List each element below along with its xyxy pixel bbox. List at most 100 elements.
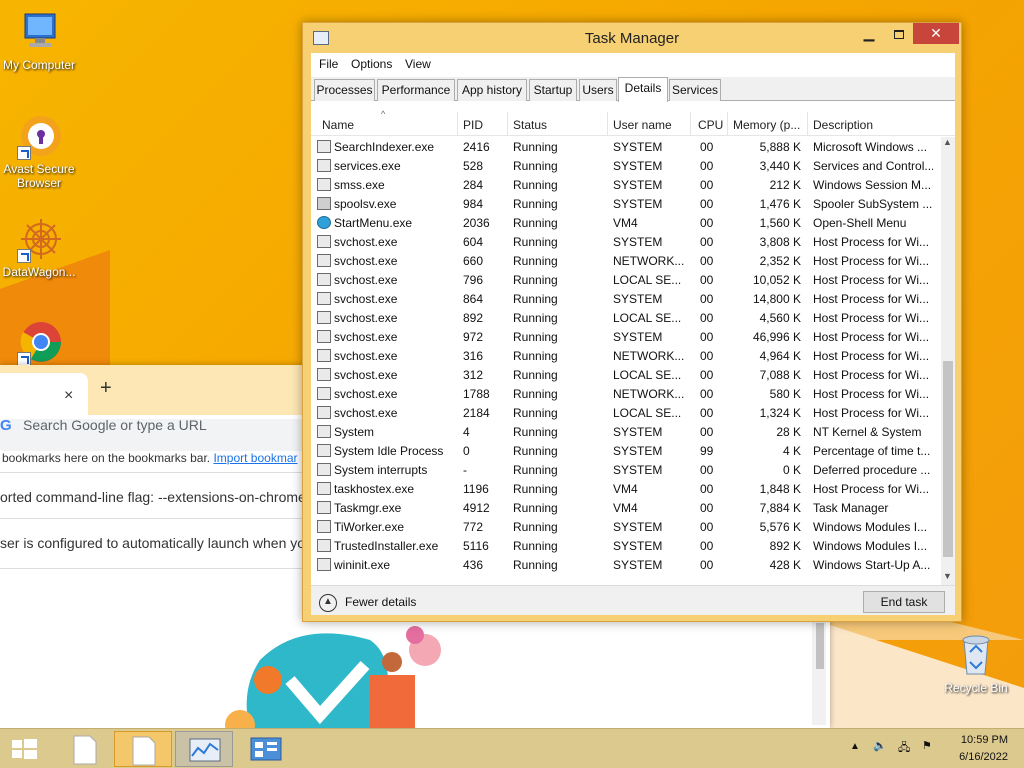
clock-date[interactable]: 6/16/2022 — [948, 751, 1008, 763]
process-memory: 1,560 K — [759, 216, 801, 230]
close-button[interactable]: ✕ — [913, 23, 959, 44]
process-cpu: 00 — [700, 292, 714, 306]
taskbar-control-panel[interactable] — [237, 731, 295, 767]
vertical-scrollbar[interactable]: ▲ ▼ — [941, 137, 955, 585]
maximize-button[interactable] — [886, 25, 912, 45]
process-cpu: 00 — [700, 216, 714, 230]
tab-processes[interactable]: Processes — [314, 79, 375, 101]
tab-performance[interactable]: Performance — [377, 79, 455, 101]
table-row[interactable]: svchost.exe 972 Running SYSTEM 00 46,996 K Hos… — [311, 327, 941, 346]
table-row[interactable]: svchost.exe 892 Running LOCAL SE... 00 4,560 … — [311, 308, 941, 327]
taskbar-task-manager[interactable] — [175, 731, 233, 767]
tab-details[interactable]: Details — [618, 77, 668, 102]
chevron-up-icon[interactable]: ▲ — [319, 594, 337, 612]
search-indexer-icon — [317, 140, 331, 153]
table-row[interactable]: TiWorker.exe 772 Running SYSTEM 00 5,576 K Win… — [311, 517, 941, 536]
desktop-icon-recycle-bin[interactable]: Recycle Bin — [940, 630, 1012, 695]
title-bar[interactable]: Task Manager ▁ ✕ — [303, 23, 961, 53]
clock-time[interactable]: 10:59 PM — [948, 734, 1008, 746]
process-pid: 4 — [463, 425, 470, 439]
column-divider[interactable] — [607, 112, 608, 136]
process-icon — [317, 254, 331, 267]
import-bookmarks-link[interactable]: Import bookmar — [213, 451, 297, 465]
table-row[interactable]: svchost.exe 604 Running SYSTEM 00 3,808 K Host… — [311, 232, 941, 251]
table-row[interactable]: System interrupts - Running SYSTEM 00 0 K Defe… — [311, 460, 941, 479]
scroll-thumb[interactable] — [943, 361, 953, 557]
task-manager-window[interactable]: Task Manager ▁ ✕ File Options View Proce… — [302, 22, 962, 622]
desktop-icon-chrome[interactable] — [0, 318, 78, 368]
menu-options[interactable]: Options — [351, 57, 392, 71]
browser-tab[interactable]: × — [0, 373, 88, 415]
fewer-details-button[interactable]: Fewer details — [345, 595, 416, 609]
process-name: svchost.exe — [334, 330, 398, 344]
table-row[interactable]: System 4 Running SYSTEM 00 28 K NT Kernel & Sy… — [311, 422, 941, 441]
column-divider[interactable] — [690, 112, 691, 136]
column-divider[interactable] — [507, 112, 508, 136]
taskbar-notepad[interactable] — [114, 731, 172, 767]
end-task-button[interactable]: End task — [863, 591, 945, 613]
action-center-icon[interactable]: ⚑ — [922, 739, 932, 752]
process-pid: 796 — [463, 273, 484, 287]
show-hidden-icons[interactable]: ▲ — [850, 741, 860, 752]
table-row[interactable]: svchost.exe 316 Running NETWORK... 00 4,964 K… — [311, 346, 941, 365]
process-pid: 604 — [463, 235, 484, 249]
table-row[interactable]: SearchIndexer.exe 2416 Running SYSTEM 00 5,88… — [311, 137, 941, 156]
col-status[interactable]: Status — [513, 118, 547, 132]
desktop-icon-datawagon[interactable]: DataWagon... — [0, 215, 78, 279]
scroll-up-icon[interactable]: ▲ — [943, 137, 952, 147]
table-row[interactable]: taskhostex.exe 1196 Running VM4 00 1,848 K Hos… — [311, 479, 941, 498]
table-row[interactable]: System Idle Process 0 Running SYSTEM 99 4 K Pe… — [311, 441, 941, 460]
network-icon[interactable]: 🖧 — [898, 739, 910, 758]
minimize-button[interactable]: ▁ — [856, 25, 882, 45]
table-row[interactable]: services.exe 528 Running SYSTEM 00 3,440 K Ser… — [311, 156, 941, 175]
volume-muted-icon[interactable]: 🔈 — [873, 739, 887, 752]
tab-app-history[interactable]: App history — [457, 79, 527, 101]
process-memory: 28 K — [776, 425, 801, 439]
infobar-text: orted command-line flag: --extensions-on… — [0, 489, 323, 505]
column-divider[interactable] — [457, 112, 458, 136]
start-button[interactable] — [0, 731, 50, 767]
table-row[interactable]: StartMenu.exe 2036 Running VM4 00 1,560 K Open… — [311, 213, 941, 232]
table-row[interactable]: Taskmgr.exe 4912 Running VM4 00 7,884 K Task M… — [311, 498, 941, 517]
scroll-down-icon[interactable]: ▼ — [943, 571, 952, 581]
new-tab-button[interactable]: + — [100, 377, 112, 400]
table-row[interactable]: spoolsv.exe 984 Running SYSTEM 00 1,476 K Spoo… — [311, 194, 941, 213]
taskbar-file-explorer[interactable] — [56, 731, 114, 767]
tab-users[interactable]: Users — [579, 79, 617, 101]
process-list[interactable]: SearchIndexer.exe 2416 Running SYSTEM 00 5,88… — [311, 137, 941, 585]
table-row[interactable]: svchost.exe 312 Running LOCAL SE... 00 7,088 … — [311, 365, 941, 384]
col-memory[interactable]: Memory (p... — [733, 118, 800, 132]
process-pid: 772 — [463, 520, 484, 534]
process-memory: 5,576 K — [759, 520, 801, 534]
table-row[interactable]: svchost.exe 864 Running SYSTEM 00 14,800 K Hos… — [311, 289, 941, 308]
browser-scroll-thumb[interactable] — [816, 623, 824, 669]
menu-view[interactable]: View — [405, 57, 431, 71]
column-divider[interactable] — [727, 112, 728, 136]
tab-services[interactable]: Services — [669, 79, 721, 101]
table-row[interactable]: svchost.exe 660 Running NETWORK... 00 2,352 K… — [311, 251, 941, 270]
close-tab-icon[interactable]: × — [64, 387, 73, 405]
table-row[interactable]: svchost.exe 2184 Running LOCAL SE... 00 1,324… — [311, 403, 941, 422]
menu-file[interactable]: File — [319, 57, 338, 71]
process-status: Running — [513, 159, 558, 173]
desktop-icon-avast[interactable]: Avast Secure Browser — [0, 112, 78, 190]
col-user-name[interactable]: User name — [613, 118, 672, 132]
address-placeholder[interactable]: Search Google or type a URL — [23, 417, 207, 433]
table-row[interactable]: svchost.exe 1788 Running NETWORK... 00 580 K H… — [311, 384, 941, 403]
shortcut-arrow-icon — [17, 146, 31, 160]
table-row[interactable]: smss.exe 284 Running SYSTEM 00 212 K Windows S… — [311, 175, 941, 194]
column-header-row: Name ^ PID Status User name CPU Memory (… — [311, 109, 955, 136]
process-user: SYSTEM — [613, 539, 663, 553]
process-status: Running — [513, 140, 558, 154]
process-pid: 436 — [463, 558, 484, 572]
desktop-icon-my-computer[interactable]: My Computer — [0, 8, 78, 72]
col-pid[interactable]: PID — [463, 118, 483, 132]
col-cpu[interactable]: CPU — [698, 118, 723, 132]
table-row[interactable]: TrustedInstaller.exe 5116 Running SYSTEM 00 8… — [311, 536, 941, 555]
col-name[interactable]: Name — [322, 118, 354, 132]
table-row[interactable]: wininit.exe 436 Running SYSTEM 00 428 K Window… — [311, 555, 941, 574]
tab-startup[interactable]: Startup — [529, 79, 577, 101]
col-description[interactable]: Description — [813, 118, 873, 132]
column-divider[interactable] — [807, 112, 808, 136]
table-row[interactable]: svchost.exe 796 Running LOCAL SE... 00 10,052… — [311, 270, 941, 289]
